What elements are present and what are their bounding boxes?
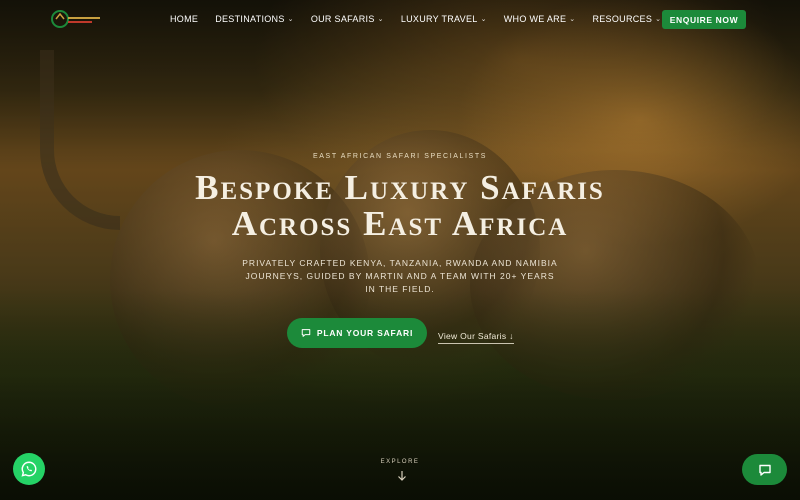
nav-item-home[interactable]: HOME: [170, 14, 198, 24]
hero-subhead: Privately crafted Kenya, Tanzania, Rwand…: [242, 258, 558, 294]
chevron-down-icon: ⌄: [480, 16, 487, 23]
enquire-now-button[interactable]: ENQUIRE NOW: [662, 10, 746, 29]
nav-item-label: HOME: [170, 14, 199, 24]
view-our-safaris-link[interactable]: View Our Safaris ↓: [438, 331, 514, 344]
hero-background: [0, 0, 800, 500]
whatsapp-icon: [21, 461, 37, 477]
nav-item-who-we-are[interactable]: WHO WE ARE ⌄: [504, 14, 576, 24]
logo-icon: [51, 10, 100, 28]
hero-eyebrow: EAST AFRICAN SAFARI SPECIALISTS: [313, 153, 487, 160]
nav-item-label: DESTINATIONS: [215, 14, 285, 24]
chevron-down-icon: ⌄: [569, 16, 576, 23]
nav-item-luxury-travel[interactable]: LUXURY TRAVEL ⌄: [401, 14, 487, 24]
chat-bubble-icon: [758, 464, 771, 476]
nav-item-destinations[interactable]: DESTINATIONS ⌄: [215, 14, 294, 24]
chevron-down-icon: ⌄: [655, 16, 662, 23]
chevron-down-icon: ⌄: [377, 16, 384, 23]
plan-your-safari-button[interactable]: PLAN YOUR SAFARI: [287, 318, 427, 348]
hero-headline: Bespoke Luxury Safaris Across East Afric…: [0, 170, 800, 242]
nav-item-resources[interactable]: RESOURCES ⌄: [592, 14, 661, 24]
nav-item-label: RESOURCES: [592, 14, 653, 24]
site-header: HOME DESTINATIONS ⌄ OUR SAFARIS ⌄ LUXURY…: [0, 0, 800, 38]
chevron-down-icon: ⌄: [287, 16, 294, 23]
arrow-down-icon[interactable]: [396, 470, 408, 482]
chat-bubble-icon: [301, 329, 311, 337]
whatsapp-button[interactable]: [13, 453, 45, 485]
site-logo[interactable]: [50, 8, 102, 30]
hero-headline-line-1: Bespoke Luxury Safaris: [195, 168, 605, 207]
hero-headline-line-2: Across East Africa: [231, 204, 569, 243]
plan-your-safari-label: PLAN YOUR SAFARI: [316, 328, 414, 338]
main-nav: HOME DESTINATIONS ⌄ OUR SAFARIS ⌄ LUXURY…: [170, 14, 661, 24]
nav-item-label: OUR SAFARIS: [310, 14, 375, 24]
hero-overlay: [0, 0, 800, 500]
nav-item-label: WHO WE ARE: [503, 14, 567, 24]
nav-item-our-safaris[interactable]: OUR SAFARIS ⌄: [311, 14, 384, 24]
explore-label: EXPLORE: [380, 459, 420, 465]
nav-item-label: LUXURY TRAVEL: [400, 14, 478, 24]
chat-button[interactable]: [742, 454, 787, 485]
